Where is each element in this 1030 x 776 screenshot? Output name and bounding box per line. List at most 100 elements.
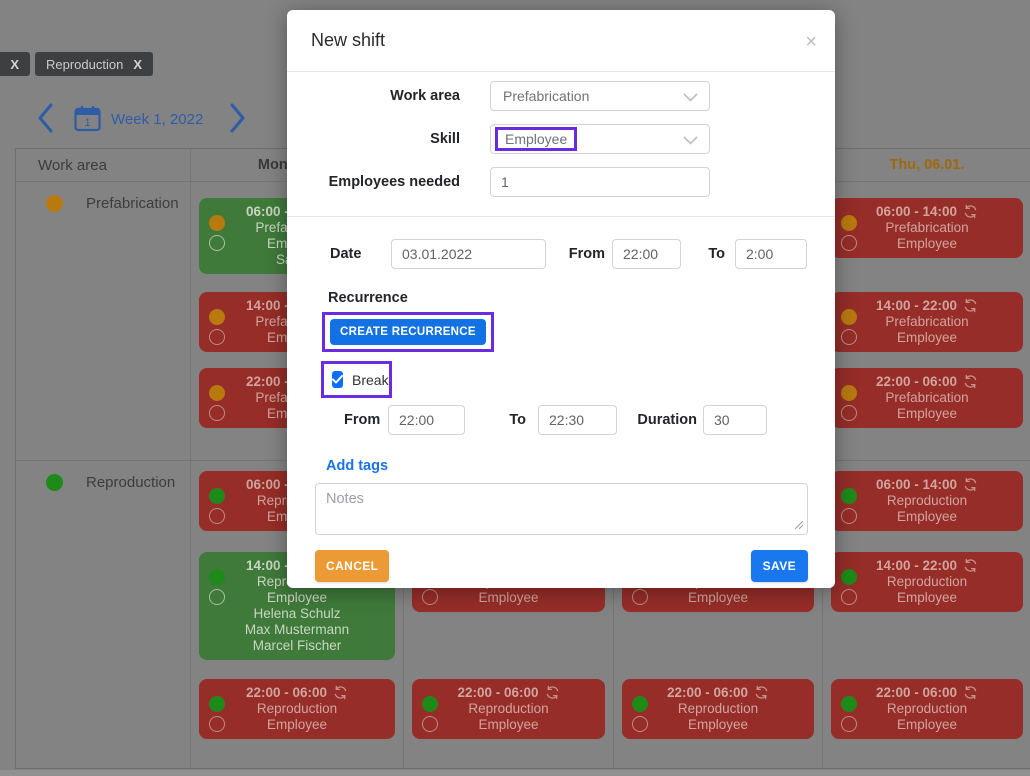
shift-status-indicators (209, 488, 225, 524)
shift-skill: Employee (857, 717, 1019, 733)
recurrence-highlight-box: CREATE RECURRENCE (322, 312, 494, 352)
shift-to-input[interactable] (735, 239, 807, 269)
shift-assignee: Max Mustermann (225, 622, 391, 638)
save-button[interactable]: SAVE (751, 550, 808, 582)
assignee-ring-icon (841, 405, 857, 421)
close-icon[interactable]: × (805, 32, 817, 52)
work-area-value: Prefabrication (503, 88, 589, 104)
shift-status-indicators (209, 385, 225, 421)
work-area-dot (841, 488, 857, 504)
work-area-column-header: Work area (16, 149, 191, 182)
break-duration-input[interactable] (703, 405, 767, 435)
shift-skill: Employee (225, 590, 391, 606)
shift-work-area: Prefabrication (857, 390, 1019, 406)
employees-needed-label: Employees needed (311, 174, 460, 190)
shift-time: 22:00 - 06:00 (225, 685, 391, 701)
break-from-input[interactable] (388, 405, 465, 435)
recurrence-icon (963, 374, 978, 389)
shift-work-area: Reproduction (225, 701, 391, 717)
assignee-ring-icon (841, 716, 857, 732)
week-navigation: 1 Week 1, 2022 (36, 102, 247, 134)
assignee-ring-icon (422, 716, 438, 732)
from-label: From (546, 246, 612, 262)
resize-handle-icon[interactable] (794, 520, 804, 530)
chevron-down-icon (683, 136, 698, 145)
reproduction-dot (46, 474, 63, 491)
shift-skill: Employee (857, 590, 1019, 606)
cancel-button[interactable]: CANCEL (315, 550, 389, 582)
work-area-dot (841, 309, 857, 325)
shift-card[interactable]: 06:00 - 14:00ReproductionEmployee (831, 471, 1023, 531)
shift-status-indicators (209, 696, 225, 732)
create-recurrence-button[interactable]: CREATE RECURRENCE (330, 319, 486, 345)
shift-skill: Employee (438, 590, 601, 606)
shift-assignee: Marcel Fischer (225, 638, 391, 654)
work-area-dot (209, 309, 225, 325)
assignee-ring-icon (209, 235, 225, 251)
break-from-label: From (344, 412, 388, 428)
shift-status-indicators (209, 215, 225, 251)
shift-status-indicators (209, 309, 225, 345)
break-label: Break (352, 372, 389, 388)
date-input[interactable] (391, 239, 546, 269)
shift-status-indicators (841, 215, 857, 251)
filter-tag-cut: X (0, 52, 30, 76)
shift-skill: Employee (438, 717, 601, 733)
svg-text:1: 1 (84, 117, 90, 129)
shift-status-indicators (841, 696, 857, 732)
prefabrication-dot (46, 195, 63, 212)
shift-status-indicators (841, 569, 857, 605)
shift-card[interactable]: 06:00 - 14:00PrefabricationEmployee (831, 198, 1023, 258)
page-bottom-strip (0, 770, 1030, 776)
shift-status-indicators (632, 696, 648, 732)
shift-card[interactable]: 22:00 - 06:00ReproductionEmployee (831, 679, 1023, 739)
assignee-ring-icon (209, 329, 225, 345)
shift-card[interactable]: 22:00 - 06:00ReproductionEmployee (412, 679, 605, 739)
recurrence-icon (963, 558, 978, 573)
shift-work-area: Reproduction (438, 701, 601, 717)
shift-status-indicators (422, 696, 438, 732)
dialog-header: New shift × (287, 10, 835, 72)
to-label: To (681, 246, 725, 262)
work-area-dot (841, 569, 857, 585)
shift-work-area: Reproduction (857, 574, 1019, 590)
previous-week-icon[interactable] (36, 102, 56, 134)
shift-card[interactable]: 22:00 - 06:00ReproductionEmployee (622, 679, 814, 739)
skill-select[interactable]: Employee (490, 124, 710, 154)
shift-skill: Employee (857, 330, 1019, 346)
shift-status-indicators (841, 309, 857, 345)
shift-card[interactable]: 14:00 - 22:00PrefabricationEmployee (831, 292, 1023, 352)
shift-card[interactable]: 22:00 - 06:00ReproductionEmployee (199, 679, 395, 739)
skill-value-highlighted: Employee (495, 127, 577, 151)
remove-tag-icon[interactable]: X (10, 57, 19, 72)
break-checkbox[interactable] (332, 371, 343, 388)
recurrence-icon (963, 685, 978, 700)
recurrence-icon (963, 204, 978, 219)
add-tags-link[interactable]: Add tags (326, 458, 388, 474)
notes-textarea[interactable] (315, 483, 808, 535)
shift-skill: Employee (648, 717, 810, 733)
shift-from-input[interactable] (612, 239, 681, 269)
shift-skill: Employee (225, 717, 391, 733)
work-area-dot (841, 215, 857, 231)
shift-status-indicators (841, 488, 857, 524)
calendar-icon[interactable]: 1 (74, 105, 101, 132)
recurrence-icon (545, 685, 560, 700)
recurrence-label: Recurrence (328, 290, 835, 306)
shift-assignee: Helena Schulz (225, 606, 391, 622)
work-area-dot (209, 569, 225, 585)
shift-card[interactable]: 14:00 - 22:00ReproductionEmployee (831, 552, 1023, 612)
assignee-ring-icon (841, 235, 857, 251)
skill-label: Skill (311, 131, 460, 147)
shift-card[interactable]: 22:00 - 06:00PrefabricationEmployee (831, 368, 1023, 428)
break-to-input[interactable] (538, 405, 617, 435)
work-area-select[interactable]: Prefabrication (490, 81, 710, 111)
shift-time: 14:00 - 22:00 (857, 558, 1019, 574)
shift-status-indicators (841, 385, 857, 421)
assignee-ring-icon (422, 589, 438, 605)
work-area-dot (209, 385, 225, 401)
employees-needed-input[interactable] (490, 167, 710, 197)
work-area-row-reproduction: Reproduction (16, 460, 191, 768)
remove-tag-icon[interactable]: X (133, 57, 142, 72)
next-week-icon[interactable] (227, 102, 247, 134)
